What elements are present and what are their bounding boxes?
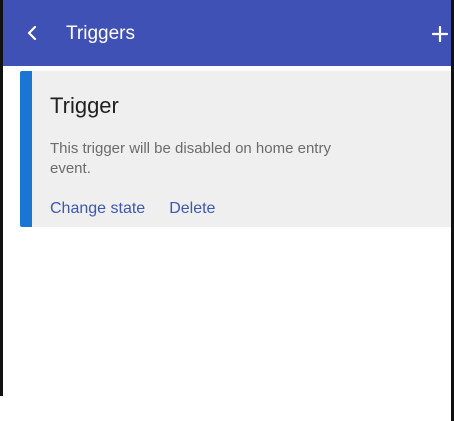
- trigger-description: This trigger will be disabled on home en…: [50, 140, 331, 177]
- page-title: Triggers: [66, 23, 135, 44]
- trigger-actions: Change state Delete: [50, 199, 215, 219]
- delete-button[interactable]: Delete: [169, 199, 215, 219]
- change-state-button[interactable]: Change state: [50, 199, 145, 219]
- trigger-title: Trigger: [50, 93, 119, 118]
- chevron-left-icon: [27, 26, 37, 40]
- plus-icon: [432, 26, 448, 42]
- back-button[interactable]: [21, 18, 49, 48]
- app-bar: Triggers: [3, 0, 451, 66]
- add-trigger-button[interactable]: [425, 18, 453, 48]
- trigger-card: Trigger This trigger will be disabled on…: [20, 71, 451, 227]
